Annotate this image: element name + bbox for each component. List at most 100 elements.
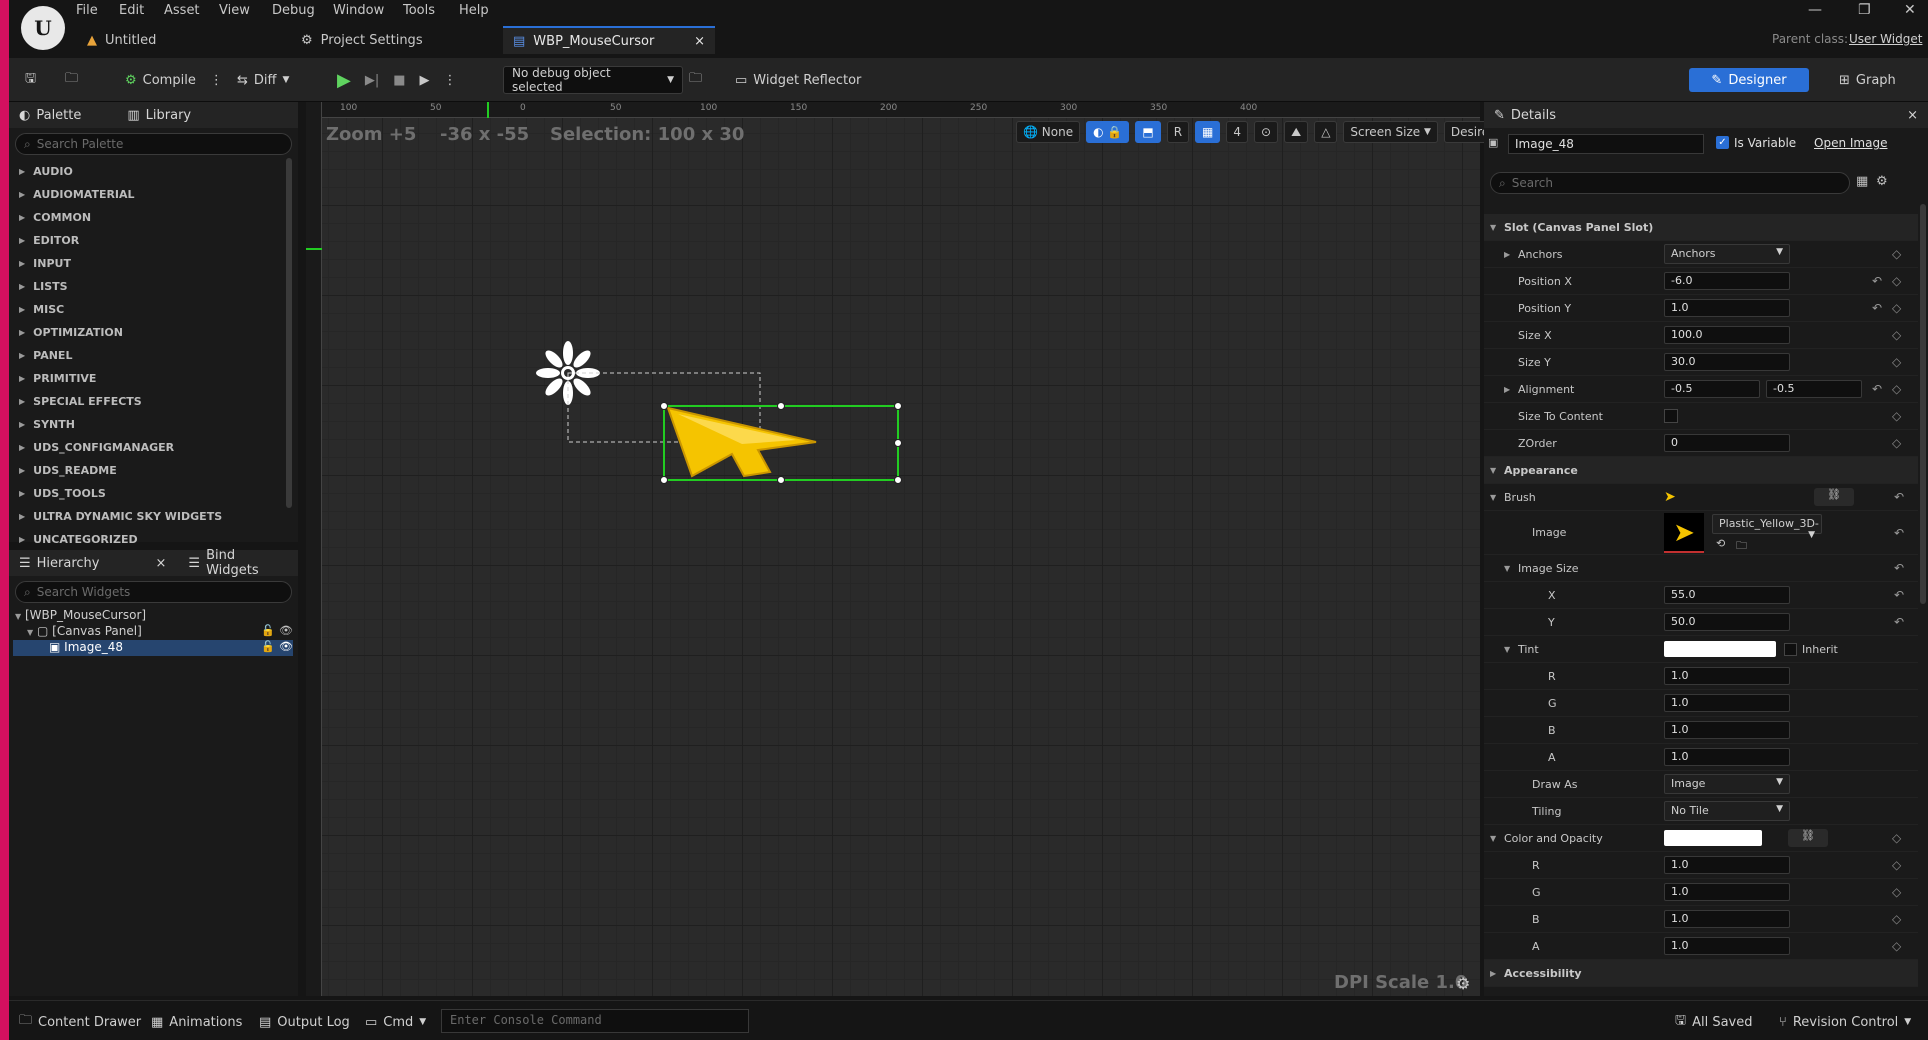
section-appearance[interactable]: ▼ Appearance <box>1484 457 1918 484</box>
section-accessibility[interactable]: ▶ Accessibility <box>1484 960 1918 987</box>
expand-icon[interactable]: ▶ <box>1504 385 1510 394</box>
property-tint-b-label[interactable]: B 1.0 <box>1484 717 1918 744</box>
play-options-icon[interactable]: ⋮ <box>444 73 457 88</box>
reset-icon[interactable]: ↶ <box>1894 526 1904 540</box>
property-image-size[interactable]: ▼ Image Size ↶ <box>1484 555 1918 582</box>
palette-scrollbar[interactable] <box>286 158 292 508</box>
designer-button[interactable]: ✎ Designer <box>1689 68 1809 92</box>
collapse-icon[interactable]: ▼ <box>1490 466 1496 475</box>
keyframe-diamond-icon[interactable]: ◇ <box>1892 912 1901 926</box>
mouse-cursor-image[interactable] <box>666 406 817 478</box>
keyframe-diamond-icon[interactable]: ◇ <box>1892 436 1901 450</box>
palette-category[interactable]: ▶ PRIMITIVE <box>9 367 298 390</box>
reset-icon[interactable]: ↶ <box>1872 382 1882 396</box>
menu-debug[interactable]: Debug <box>272 3 315 18</box>
widget-reflector-button[interactable]: ▭ Widget Reflector <box>735 66 861 94</box>
dpi-settings-gear-icon[interactable]: ⚙ <box>1456 974 1470 993</box>
widget-name-input[interactable]: Image_48 <box>1508 134 1704 154</box>
tab-untitled[interactable]: ▲ Untitled <box>77 26 166 54</box>
palette-category[interactable]: ▶ OPTIMIZATION <box>9 321 298 344</box>
collapse-icon[interactable]: ▼ <box>1504 645 1510 654</box>
details-search-input[interactable]: ⌕ Search <box>1490 172 1850 194</box>
property-tint[interactable]: ▼ Tint Inherit <box>1484 636 1918 663</box>
inherit-checkbox[interactable] <box>1784 642 1797 656</box>
palette-category[interactable]: ▶ SYNTH <box>9 413 298 436</box>
visibility-icon[interactable]: 👁 <box>279 624 293 637</box>
collapse-icon[interactable]: ▼ <box>15 612 21 621</box>
property-position-y-label[interactable]: Position Y 1.0 ↶ ◇ <box>1484 295 1918 322</box>
table-view-icon[interactable]: ▦ <box>1856 174 1868 189</box>
reset-icon[interactable]: ↶ <box>1894 615 1904 629</box>
property-co-b-label[interactable]: B 1.0 ◇ <box>1484 906 1918 933</box>
is-variable-checkbox[interactable]: ✓ <box>1716 136 1729 149</box>
property-tint-r-label[interactable]: R 1.0 <box>1484 663 1918 690</box>
palette-category[interactable]: ▶ AUDIO <box>9 160 298 183</box>
close-window-icon[interactable]: ✕ <box>1904 2 1916 18</box>
tree-item-image-48[interactable]: ▣ Image_48 <box>13 640 293 656</box>
tree-item-canvas-panel[interactable]: ▼ ▢ [Canvas Panel] <box>27 624 142 638</box>
tree-item-root[interactable]: ▼ [WBP_MouseCursor] <box>15 608 146 622</box>
expand-icon[interactable]: ▶ <box>1504 250 1510 259</box>
property-size-to-content[interactable]: Size To Content ◇ <box>1484 403 1918 430</box>
browse-icon[interactable]: 🗀 <box>65 66 78 94</box>
tab-bind-widgets[interactable]: Bind Widgets <box>206 548 288 578</box>
palette-category[interactable]: ▶ UDS_README <box>9 459 298 482</box>
palette-search-input[interactable]: ⌕ Search Palette <box>15 133 292 155</box>
palette-category[interactable]: ▶ MISC <box>9 298 298 321</box>
property-size-x-label[interactable]: Size X 100.0 ◇ <box>1484 322 1918 349</box>
property-alignment-label[interactable]: ▶ Alignment -0.5 -0.5 ↶ ◇ <box>1484 376 1918 403</box>
palette-category[interactable]: ▶ COMMON <box>9 206 298 229</box>
animations-button[interactable]: ▦ Animations <box>151 1011 242 1033</box>
minimize-icon[interactable]: — <box>1808 2 1822 18</box>
palette-category[interactable]: ▶ SPECIAL EFFECTS <box>9 390 298 413</box>
keyframe-diamond-icon[interactable]: ◇ <box>1892 301 1901 315</box>
palette-category[interactable]: ▶ UDS_TOOLS <box>9 482 298 505</box>
reset-icon[interactable]: ↶ <box>1872 301 1882 315</box>
collapse-icon[interactable]: ▼ <box>1504 564 1510 573</box>
content-drawer-button[interactable]: 🗀 Content Drawer <box>19 1011 141 1033</box>
collapse-icon[interactable]: ▼ <box>1490 223 1496 232</box>
property-position-x-label[interactable]: Position X -6.0 ↶ ◇ <box>1484 268 1918 295</box>
menu-file[interactable]: File <box>76 3 98 18</box>
collapse-icon[interactable]: ▼ <box>1490 834 1496 843</box>
menu-help[interactable]: Help <box>459 3 489 18</box>
keyframe-diamond-icon[interactable]: ◇ <box>1892 355 1901 369</box>
lock-icon[interactable]: 🔓 <box>261 624 275 637</box>
keyframe-diamond-icon[interactable]: ◇ <box>1892 409 1901 423</box>
property-image-label[interactable]: Image ➤ Plastic_Yellow_3D- ▼ ⟲ 🗀 ↶ <box>1484 511 1918 555</box>
menu-window[interactable]: Window <box>333 3 384 18</box>
tab-library[interactable]: Library <box>146 108 191 123</box>
collapse-icon[interactable]: ▼ <box>27 628 33 637</box>
property-tiling-label[interactable]: Tiling No Tile ▼ <box>1484 798 1918 825</box>
settings-gear-icon[interactable]: ⚙ <box>1876 174 1888 189</box>
play-icon[interactable]: ▶ <box>337 70 351 91</box>
section-slot[interactable]: ▼ Slot (Canvas Panel Slot) <box>1484 214 1918 241</box>
palette-category[interactable]: ▶ LISTS <box>9 275 298 298</box>
tab-palette[interactable]: Palette <box>36 108 81 123</box>
reset-icon[interactable]: ↶ <box>1894 490 1904 504</box>
property-co-a-label[interactable]: A 1.0 ◇ <box>1484 933 1918 960</box>
collapse-icon[interactable]: ▼ <box>1490 493 1496 502</box>
step-icon[interactable]: ▶| <box>365 73 379 88</box>
tab-details[interactable]: Details <box>1511 108 1556 123</box>
save-icon[interactable]: 🖫 <box>25 66 36 94</box>
browse-icon[interactable]: 🗀 <box>1736 537 1747 556</box>
visibility-icon[interactable]: 👁 <box>279 640 293 653</box>
property-size-y-label[interactable]: Size Y 30.0 ◇ <box>1484 349 1918 376</box>
property-color-opacity[interactable]: ▼ Color and Opacity ⛓ ◇ <box>1484 825 1918 852</box>
console-command-input[interactable]: Enter Console Command <box>441 1009 749 1033</box>
close-tab-icon[interactable]: × <box>694 34 705 49</box>
compile-options-icon[interactable]: ⋮ <box>210 73 223 88</box>
property-draw-as-label[interactable]: Draw As Image ▼ <box>1484 771 1918 798</box>
palette-category[interactable]: ▶ PANEL <box>9 344 298 367</box>
keyframe-diamond-icon[interactable]: ◇ <box>1892 831 1901 845</box>
menu-tools[interactable]: Tools <box>403 3 435 18</box>
reset-icon[interactable]: ↶ <box>1872 274 1882 288</box>
output-log-button[interactable]: ▤ Output Log <box>259 1011 350 1033</box>
property-tint-g-label[interactable]: G 1.0 <box>1484 690 1918 717</box>
all-saved-button[interactable]: 🖫 All Saved <box>1675 1011 1753 1033</box>
property-img-y-label[interactable]: Y 50.0 ↶ <box>1484 609 1918 636</box>
close-icon[interactable]: × <box>1907 108 1918 123</box>
menu-edit[interactable]: Edit <box>119 3 144 18</box>
menu-asset[interactable]: Asset <box>164 3 200 18</box>
